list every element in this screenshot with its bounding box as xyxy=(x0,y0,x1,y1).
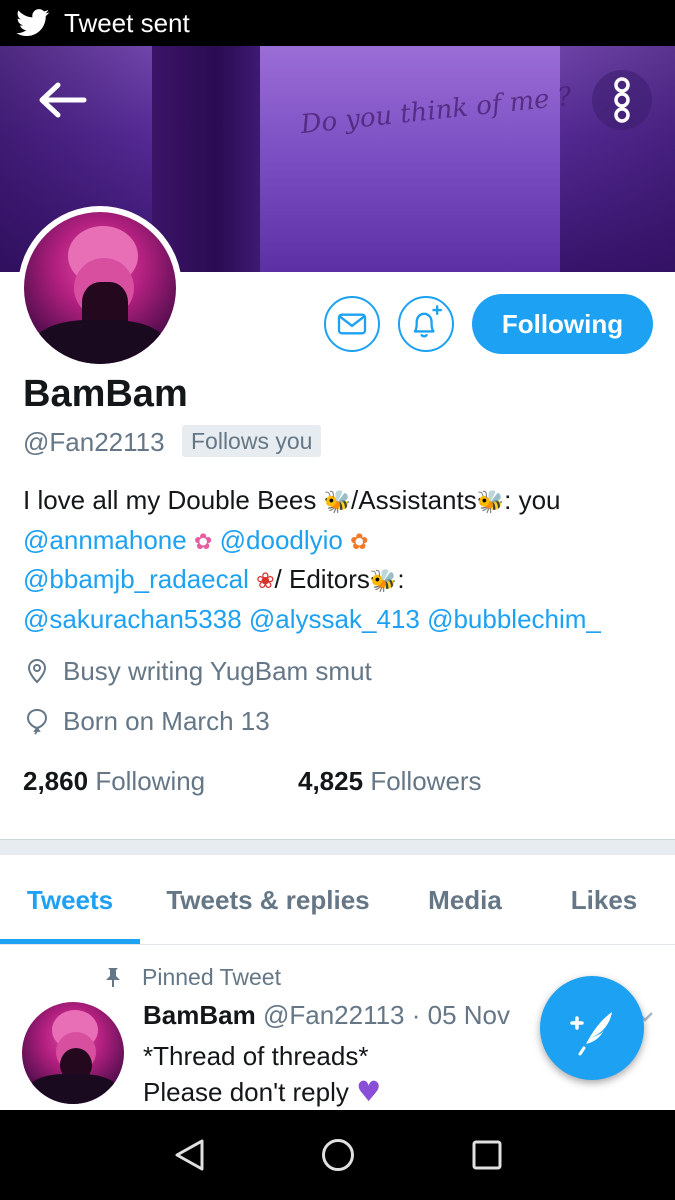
back-arrow-icon[interactable] xyxy=(36,80,88,120)
tab-tweets-and-replies[interactable]: Tweets & replies xyxy=(148,855,388,945)
status-bar: Tweet sent xyxy=(0,0,675,46)
tweet-text: *Thread of threads* Please don't reply ♥ xyxy=(143,1041,382,1108)
pin-icon xyxy=(106,968,120,987)
tab-media[interactable]: Media xyxy=(400,855,530,945)
location-pin-icon xyxy=(27,658,47,684)
following-count-link[interactable]: 2,860 Following xyxy=(23,762,205,800)
profile-location: Busy writing YugBam smut xyxy=(23,653,372,689)
bio-line-4: @sakurachan5338 @alyssak_413 @bubblechim… xyxy=(23,601,653,638)
following-label: Following xyxy=(95,766,206,796)
bio-mention[interactable]: @sakurachan5338 xyxy=(23,604,242,634)
followers-count: 4,825 xyxy=(298,766,364,796)
pinned-tweet-label: Pinned Tweet xyxy=(104,962,281,992)
nav-home-icon[interactable] xyxy=(320,1137,356,1173)
bee-emoji: 🐝 xyxy=(476,490,505,515)
message-button[interactable] xyxy=(324,296,380,352)
bell-plus-icon xyxy=(413,305,442,338)
balloon-icon xyxy=(26,708,48,735)
followers-count-link[interactable]: 4,825 Followers xyxy=(298,762,482,800)
tweet-author-name[interactable]: BamBam xyxy=(143,1000,256,1030)
profile-name: BamBam xyxy=(23,373,188,415)
rose-emoji: ❀ xyxy=(256,569,275,594)
following-count: 2,860 xyxy=(23,766,89,796)
envelope-icon xyxy=(337,313,367,335)
bio-line-3: @bbamjb_radaecal ❀/ Editors🐝: xyxy=(23,564,405,594)
following-button[interactable]: Following xyxy=(472,294,653,354)
tab-tweets[interactable]: Tweets xyxy=(0,855,140,945)
notifications-button[interactable] xyxy=(398,296,454,352)
profile-avatar[interactable] xyxy=(18,206,182,370)
bio-mention[interactable]: @bbamjb_radaecal xyxy=(23,564,249,594)
nav-recents-icon[interactable] xyxy=(470,1138,504,1172)
purple-heart-emoji: ♥ xyxy=(356,1075,382,1108)
bio-mention[interactable]: @bubblechim_ xyxy=(427,604,601,634)
profile-birthday: Born on March 13 xyxy=(23,703,270,739)
profile-handle: @Fan22113 xyxy=(23,427,165,457)
profile-bio: I love all my Double Bees 🐝/Assistants🐝:… xyxy=(23,482,653,637)
hibiscus-emoji: ✿ xyxy=(350,529,369,555)
bio-line-1: I love all my Double Bees 🐝/Assistants🐝:… xyxy=(23,485,561,515)
follows-you-badge: Follows you xyxy=(182,425,322,457)
banner-pillar xyxy=(152,46,260,272)
compose-tweet-icon xyxy=(570,1012,612,1056)
notification-text: Tweet sent xyxy=(64,8,190,38)
flower-emoji: ✿ xyxy=(193,529,213,555)
followers-label: Followers xyxy=(370,766,482,796)
tab-likes[interactable]: Likes xyxy=(545,855,663,945)
twitter-bird-icon xyxy=(16,9,50,37)
compose-tweet-button[interactable] xyxy=(540,976,644,1080)
bio-line-2: @annmahone ✿ @doodlyio ✿ xyxy=(23,522,653,562)
section-divider xyxy=(0,839,675,855)
bio-mention[interactable]: @doodlyio xyxy=(220,525,343,555)
profile-tabs: Tweets Tweets & replies Media Likes xyxy=(0,855,675,945)
active-tab-indicator xyxy=(0,939,140,944)
tweet-author-avatar[interactable] xyxy=(22,1002,124,1104)
more-vertical-icon[interactable] xyxy=(592,70,652,130)
nav-back-icon[interactable] xyxy=(172,1137,208,1173)
tweet-author-handle-date: @Fan22113 · 05 Nov xyxy=(262,1000,511,1030)
bee-emoji: 🐝 xyxy=(323,490,351,515)
bee-emoji: 🐝 xyxy=(369,569,398,594)
bio-mention[interactable]: @annmahone xyxy=(23,525,187,555)
avatar-image xyxy=(24,212,176,364)
tweet-header: BamBam @Fan22113 · 05 Nov xyxy=(143,998,510,1032)
navigation-bar xyxy=(0,1110,675,1200)
banner-door xyxy=(260,46,560,272)
bio-mention[interactable]: @alyssak_413 xyxy=(249,604,420,634)
